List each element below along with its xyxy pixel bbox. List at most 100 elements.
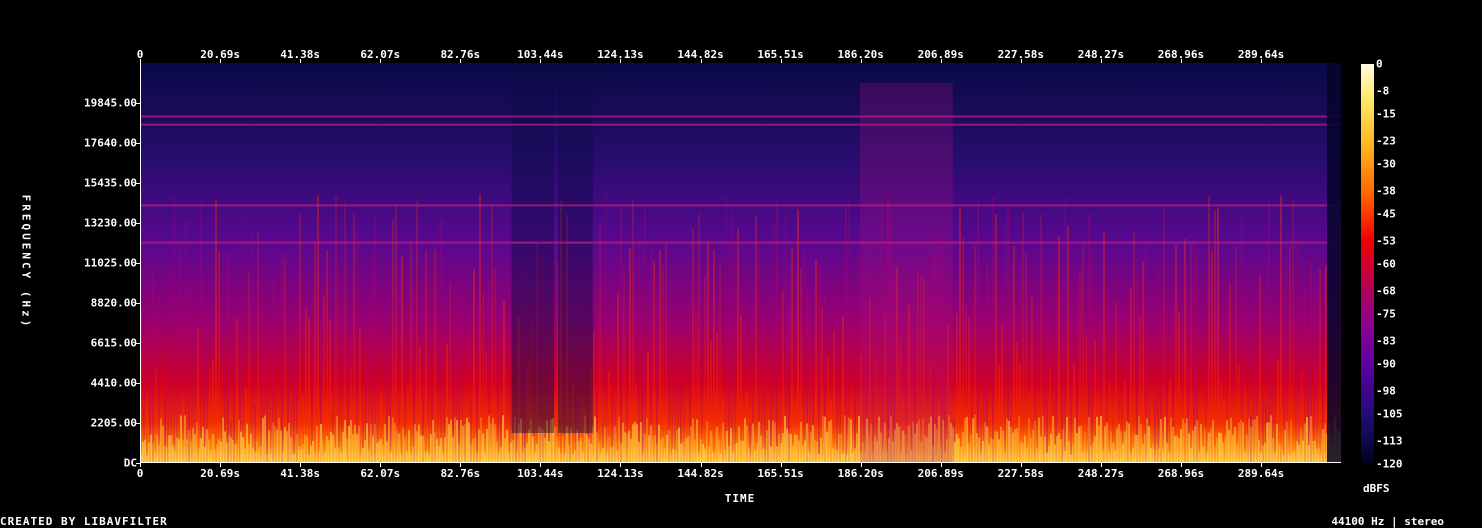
spectral-column [170,268,172,463]
spectral-column [1136,273,1138,463]
low-frequency-energy [1046,452,1048,463]
low-frequency-energy [668,429,670,463]
low-frequency-energy [686,437,688,463]
low-frequency-energy [446,417,448,463]
low-frequency-energy [1102,449,1104,463]
low-frequency-energy [534,452,536,463]
spectral-column [731,211,733,463]
low-frequency-energy [988,444,990,463]
low-frequency-energy [1044,436,1046,463]
spectral-column [632,200,634,463]
low-frequency-energy [614,426,616,463]
low-frequency-energy [466,417,468,463]
low-frequency-energy [240,431,242,463]
x-tick-mark-top [300,59,302,63]
low-frequency-energy [996,431,998,463]
x-tick-label-bottom: 124.13s [597,467,644,480]
low-frequency-energy [750,454,752,463]
low-frequency-energy [616,450,618,463]
low-frequency-energy [398,433,400,463]
spectral-column [674,367,676,463]
low-frequency-energy [258,449,260,463]
low-frequency-energy [1088,417,1090,463]
colorbar-tick-label: -75 [1376,307,1396,321]
low-frequency-energy [1122,443,1124,463]
low-frequency-energy [1208,432,1210,463]
low-frequency-energy [266,454,268,463]
low-frequency-energy [662,436,664,463]
low-frequency-energy [480,417,482,463]
spectral-column [1022,211,1024,463]
low-frequency-energy [702,444,704,463]
low-frequency-energy [590,443,592,463]
track-end [1327,63,1341,463]
low-frequency-energy [754,450,756,463]
low-frequency-energy [430,433,432,463]
low-frequency-energy [1184,422,1186,463]
spectral-column [317,195,319,463]
low-frequency-energy [1268,422,1270,463]
low-frequency-energy [1078,426,1080,463]
low-frequency-energy [1260,452,1262,463]
x-tick-mark-bottom [700,463,702,467]
spectral-column [410,241,412,463]
low-frequency-energy [282,450,284,463]
spectral-column [1133,232,1135,463]
low-frequency-energy [1086,452,1088,463]
low-frequency-energy [438,446,440,463]
low-frequency-energy [356,433,358,463]
low-frequency-energy [158,444,160,463]
low-frequency-energy [1096,416,1098,463]
colorbar-tick-label: -113 [1376,434,1403,448]
low-frequency-energy [302,443,304,463]
low-frequency-energy [496,441,498,463]
low-frequency-energy [576,430,578,463]
low-frequency-energy [1276,423,1278,463]
low-frequency-energy [1064,450,1066,463]
low-frequency-energy [380,439,382,463]
x-tick-mark-bottom [220,463,222,467]
low-frequency-energy [790,434,792,463]
low-frequency-energy [964,418,966,463]
spectral-column [1259,276,1261,463]
low-frequency-energy [1106,422,1108,463]
low-frequency-energy [318,451,320,463]
low-frequency-energy [1058,433,1060,463]
low-frequency-energy [1224,436,1226,463]
low-frequency-energy [818,454,820,463]
low-frequency-energy [1266,422,1268,463]
low-frequency-energy [442,453,444,463]
low-frequency-energy [738,426,740,463]
low-frequency-energy [1036,448,1038,463]
low-frequency-energy [484,454,486,463]
low-frequency-energy [346,438,348,463]
low-frequency-energy [998,439,1000,463]
low-frequency-energy [748,447,750,463]
spectral-column [662,265,664,463]
low-frequency-energy [974,415,976,463]
low-frequency-energy [248,444,250,463]
low-frequency-energy [528,429,530,463]
steady-tone-line [140,241,1341,244]
y-tick-label: 15435.00 [84,176,137,190]
low-frequency-energy [432,420,434,463]
low-frequency-energy [256,441,258,463]
low-frequency-energy [332,434,334,463]
low-frequency-energy [558,447,560,463]
spectral-column [665,241,667,463]
spectral-column [1004,227,1006,463]
low-frequency-energy [166,447,168,463]
low-frequency-energy [314,452,316,463]
low-frequency-energy [606,453,608,463]
low-frequency-energy [374,423,376,463]
x-tick-mark-top [700,59,702,63]
low-frequency-energy [448,424,450,463]
steady-tone-line [140,204,1341,207]
spectral-column [293,353,295,463]
y-tick-mark [136,103,140,104]
low-frequency-energy [1264,443,1266,463]
low-frequency-energy [410,453,412,463]
spectral-column [803,249,805,463]
low-frequency-energy [980,453,982,463]
low-frequency-energy [1004,453,1006,463]
